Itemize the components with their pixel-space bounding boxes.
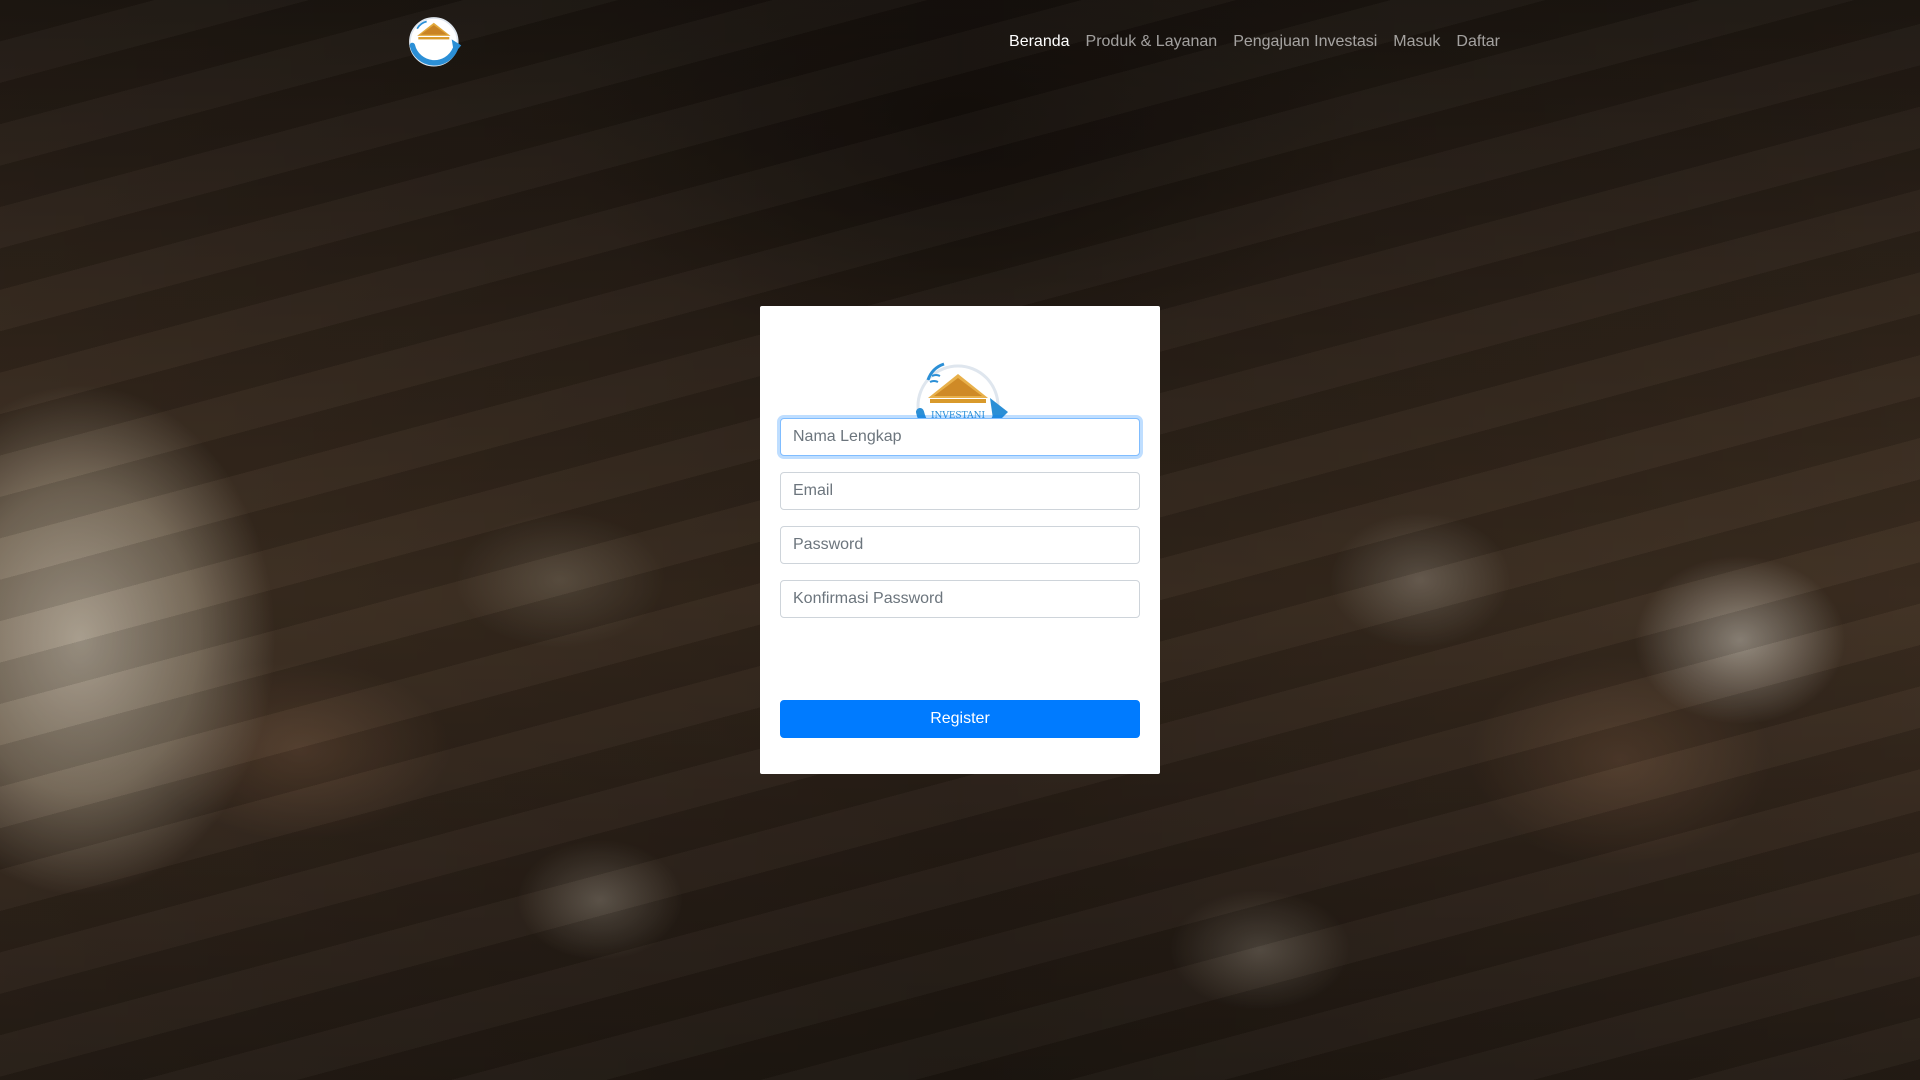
main-nav: Beranda Produk & Layanan Pengajuan Inves… [1001, 30, 1508, 54]
confirm-password-input[interactable] [780, 580, 1140, 618]
nav-item-daftar[interactable]: Daftar [1448, 30, 1508, 54]
nav-item-masuk[interactable]: Masuk [1385, 30, 1448, 54]
password-input[interactable] [780, 526, 1140, 564]
nav-item-produk-layanan[interactable]: Produk & Layanan [1078, 30, 1226, 54]
register-card: INVESTANI Register [760, 306, 1160, 774]
navbar: Beranda Produk & Layanan Pengajuan Inves… [0, 0, 1920, 86]
register-button[interactable]: Register [780, 700, 1140, 738]
brand-logo-link[interactable] [404, 12, 466, 74]
email-input[interactable] [780, 472, 1140, 510]
full-name-input[interactable] [780, 418, 1140, 456]
nav-item-pengajuan-investasi[interactable]: Pengajuan Investasi [1225, 30, 1385, 54]
nav-item-beranda[interactable]: Beranda [1001, 30, 1078, 54]
investani-logo-icon [409, 17, 462, 67]
